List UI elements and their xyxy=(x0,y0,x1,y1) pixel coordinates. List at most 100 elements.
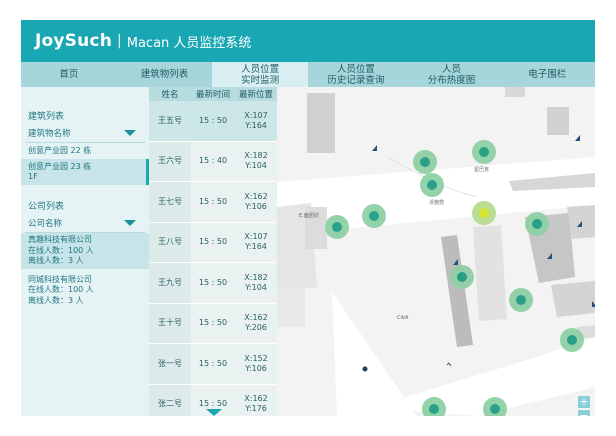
person-location-pin-selected[interactable] xyxy=(472,201,496,225)
cell-name: 王十号 xyxy=(149,303,191,343)
table-row[interactable]: 王九号 15 : 50 X:182 Y:104 xyxy=(149,263,277,304)
app-header: JoySuch | Macan 人员监控系统 xyxy=(21,20,595,62)
tab-home-label: 首页 xyxy=(59,69,79,80)
table-row[interactable]: 王六号 15 : 40 X:182 Y:104 xyxy=(149,141,277,182)
person-location-pin[interactable] xyxy=(450,265,474,289)
building-item[interactable]: 创意产业园 22 栋 xyxy=(25,143,145,159)
person-location-pin[interactable] xyxy=(362,204,386,228)
table-header: 姓名 最新时间 最新位置 xyxy=(149,87,277,101)
scroll-down-icon[interactable] xyxy=(206,409,222,416)
main-nav: 首页 建筑物列表 人员位置 实时监测 人员位置 历史记录查询 人员 分布热度图 … xyxy=(21,62,595,87)
table-row[interactable]: 王十号 15 : 50 X:162 Y:206 xyxy=(149,303,277,344)
zoom-out-icon[interactable]: − xyxy=(578,410,590,416)
building-select[interactable]: 建筑物名称 xyxy=(25,124,145,143)
company-item[interactable]: 同城科技有限公司 在线人数：100 人 离线人数：3 人 xyxy=(25,273,145,309)
person-location-pin[interactable] xyxy=(509,288,533,312)
tab-realtime-monitor[interactable]: 人员位置 实时监测 xyxy=(212,62,309,87)
cell-name: 王九号 xyxy=(149,263,191,303)
cell-location-x: X:107 xyxy=(244,110,268,120)
building-select-label: 建筑物名称 xyxy=(28,129,71,139)
person-location-pin[interactable] xyxy=(420,173,444,197)
cell-location: X:182 Y:104 xyxy=(235,263,277,303)
app-subtitle: Macan 人员监控系统 xyxy=(126,35,252,51)
map-label-shop: 沃施霓 xyxy=(429,200,445,206)
cell-location-x: X:182 xyxy=(244,151,268,161)
brand-logo: JoySuch xyxy=(35,31,113,51)
company-item-selected[interactable]: 真趣科技有限公司 在线人数：100 人 离线人数：3 人 xyxy=(21,233,149,269)
tab-realtime-monitor-label: 人员位置 实时监测 xyxy=(241,63,280,86)
tab-building-list[interactable]: 建筑物列表 xyxy=(117,62,213,87)
cell-location: X:162 Y:176 xyxy=(235,385,277,417)
tab-history-query-label: 人员位置 历史记录查询 xyxy=(327,63,385,86)
cell-location-y: Y:106 xyxy=(245,363,267,373)
cell-location-y: Y:104 xyxy=(245,282,267,292)
person-location-pin[interactable] xyxy=(325,215,349,239)
caret-down-icon xyxy=(124,220,136,226)
cell-time: 15 : 50 xyxy=(198,277,228,287)
company-name: 同城科技有限公司 xyxy=(28,274,92,284)
cell-location: X:152 Y:106 xyxy=(235,344,277,384)
cell-time: 15 : 50 xyxy=(198,196,228,206)
cell-name: 张一号 xyxy=(149,344,191,384)
company-list-title: 公司列表 xyxy=(28,202,65,212)
tab-building-list-label: 建筑物列表 xyxy=(140,69,189,80)
cell-location-x: X:152 xyxy=(244,353,268,363)
person-location-pin[interactable] xyxy=(472,140,496,164)
cell-time: 15 : 50 xyxy=(191,101,235,141)
company-offline-count: 离线人数：3 人 xyxy=(28,295,84,305)
table-row[interactable]: 王五号 15 : 50 X:107 Y:164 xyxy=(149,101,277,142)
map-label-ciba: CibA xyxy=(397,315,409,321)
cell-time: 15 : 50 xyxy=(198,318,228,328)
floor-item-label: 1F xyxy=(28,172,38,181)
building-section: 建筑列表 建筑物名称 创意产业园 22 栋 创意产业园 23 栋 1F xyxy=(21,109,149,185)
cell-time: 15 : 50 xyxy=(198,358,228,368)
company-section: 公司列表 公司名称 真趣科技有限公司 在线人数：100 人 离线人数：3 人 同… xyxy=(21,199,149,308)
person-location-pin[interactable] xyxy=(525,212,549,236)
cell-location: X:107 Y:164 xyxy=(235,101,277,141)
cell-name: 王六号 xyxy=(149,141,191,181)
building-item-label: 创意产业园 23 栋 xyxy=(28,162,92,171)
person-location-pin[interactable] xyxy=(413,150,437,174)
cell-location-x: X:162 xyxy=(244,191,268,201)
caret-down-icon xyxy=(124,130,136,136)
person-location-pin[interactable] xyxy=(560,328,584,352)
table-row[interactable]: 王八号 15 : 50 X:107 Y:164 xyxy=(149,222,277,263)
tab-heatmap[interactable]: 人员 分布热度图 xyxy=(404,62,500,87)
cell-location-x: X:182 xyxy=(244,272,268,282)
brand-separator: | xyxy=(117,33,122,49)
building-item-selected[interactable]: 创意产业园 23 栋 1F xyxy=(21,159,149,185)
floor-map[interactable]: 星巴克 沃施霓 E.面团坊 CibA + − xyxy=(277,87,595,416)
tab-history-query[interactable]: 人员位置 历史记录查询 xyxy=(308,62,404,87)
cell-location: X:162 Y:106 xyxy=(235,182,277,222)
building-list-title: 建筑列表 xyxy=(28,112,65,122)
cell-location-y: Y:176 xyxy=(245,404,267,414)
company-offline-count: 离线人数：3 人 xyxy=(28,256,84,265)
cell-location-x: X:162 xyxy=(244,394,268,404)
person-location-pin[interactable] xyxy=(422,397,446,416)
tab-geofence[interactable]: 电子围栏 xyxy=(499,62,595,87)
company-select-label: 公司名称 xyxy=(28,219,63,229)
cell-name: 王八号 xyxy=(149,222,191,262)
cell-location-y: Y:164 xyxy=(245,120,267,130)
cell-location-x: X:107 xyxy=(244,232,268,242)
sidebar: 建筑列表 建筑物名称 创意产业园 22 栋 创意产业园 23 栋 1F 公司列表… xyxy=(21,87,149,416)
cell-location-y: Y:106 xyxy=(245,201,267,211)
tab-heatmap-label: 人员 分布热度图 xyxy=(427,63,476,86)
app-window: JoySuch | Macan 人员监控系统 首页 建筑物列表 人员位置 实时监… xyxy=(21,20,595,416)
company-select[interactable]: 公司名称 xyxy=(25,214,145,233)
tab-home[interactable]: 首页 xyxy=(21,62,117,87)
zoom-in-icon[interactable]: + xyxy=(578,396,590,408)
cell-name: 张二号 xyxy=(149,384,191,416)
map-label-bakery: E.面团坊 xyxy=(299,213,319,219)
person-location-pin[interactable] xyxy=(483,397,507,416)
table-row[interactable]: 张一号 15 : 50 X:152 Y:106 xyxy=(149,344,277,385)
header-name[interactable]: 姓名 xyxy=(149,87,191,101)
header-time[interactable]: 最新时间 xyxy=(191,87,235,101)
table-body: 王五号 15 : 50 X:107 Y:164 王六号 15 : 40 X:182 Y:104… xyxy=(149,101,277,416)
cell-location-y: Y:104 xyxy=(245,161,267,171)
cell-location: X:107 Y:164 xyxy=(235,223,277,263)
table-row[interactable]: 王七号 15 : 50 X:162 Y:106 xyxy=(149,182,277,223)
company-online-count: 在线人数：100 人 xyxy=(28,285,94,294)
cell-location-y: Y:164 xyxy=(245,242,267,252)
header-location[interactable]: 最新位置 xyxy=(235,87,277,101)
